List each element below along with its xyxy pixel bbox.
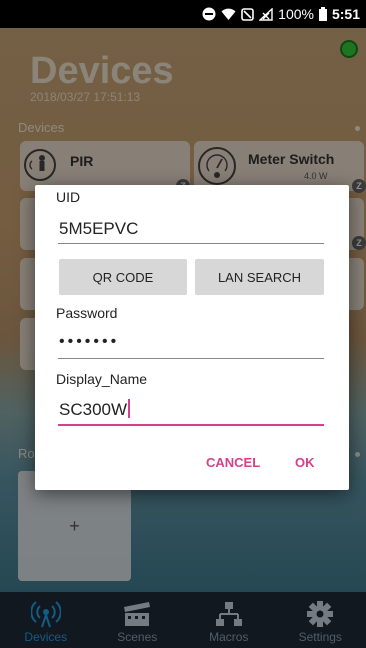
display-name-input[interactable]: SC300W: [59, 399, 131, 420]
battery-percent: 100%: [278, 6, 314, 22]
lan-search-button[interactable]: LAN SEARCH: [195, 259, 324, 295]
ok-button[interactable]: OK: [295, 455, 315, 470]
text-cursor: [128, 399, 131, 418]
uid-label: UID: [56, 189, 81, 205]
battery-icon: [318, 7, 327, 21]
display-name-label: Display_Name: [56, 371, 148, 387]
password-underline: [58, 358, 324, 359]
password-input[interactable]: •••••••: [59, 333, 119, 351]
password-label: Password: [56, 305, 118, 321]
add-device-dialog: UID 5M5EPVC QR CODE LAN SEARCH Password …: [35, 185, 349, 490]
qr-code-button[interactable]: QR CODE: [59, 259, 187, 295]
wifi-icon: [221, 8, 236, 21]
status-bar: 100% 5:51: [0, 0, 366, 28]
cancel-button[interactable]: CANCEL: [206, 455, 260, 470]
uid-underline: [58, 243, 324, 244]
display-name-value: SC300W: [59, 400, 128, 419]
nfc-icon: [241, 7, 254, 21]
signal-icon: [259, 7, 273, 21]
uid-input[interactable]: 5M5EPVC: [59, 219, 138, 239]
do-not-disturb-icon: [202, 7, 216, 21]
display-name-underline: [58, 424, 324, 426]
clock: 5:51: [331, 6, 360, 22]
